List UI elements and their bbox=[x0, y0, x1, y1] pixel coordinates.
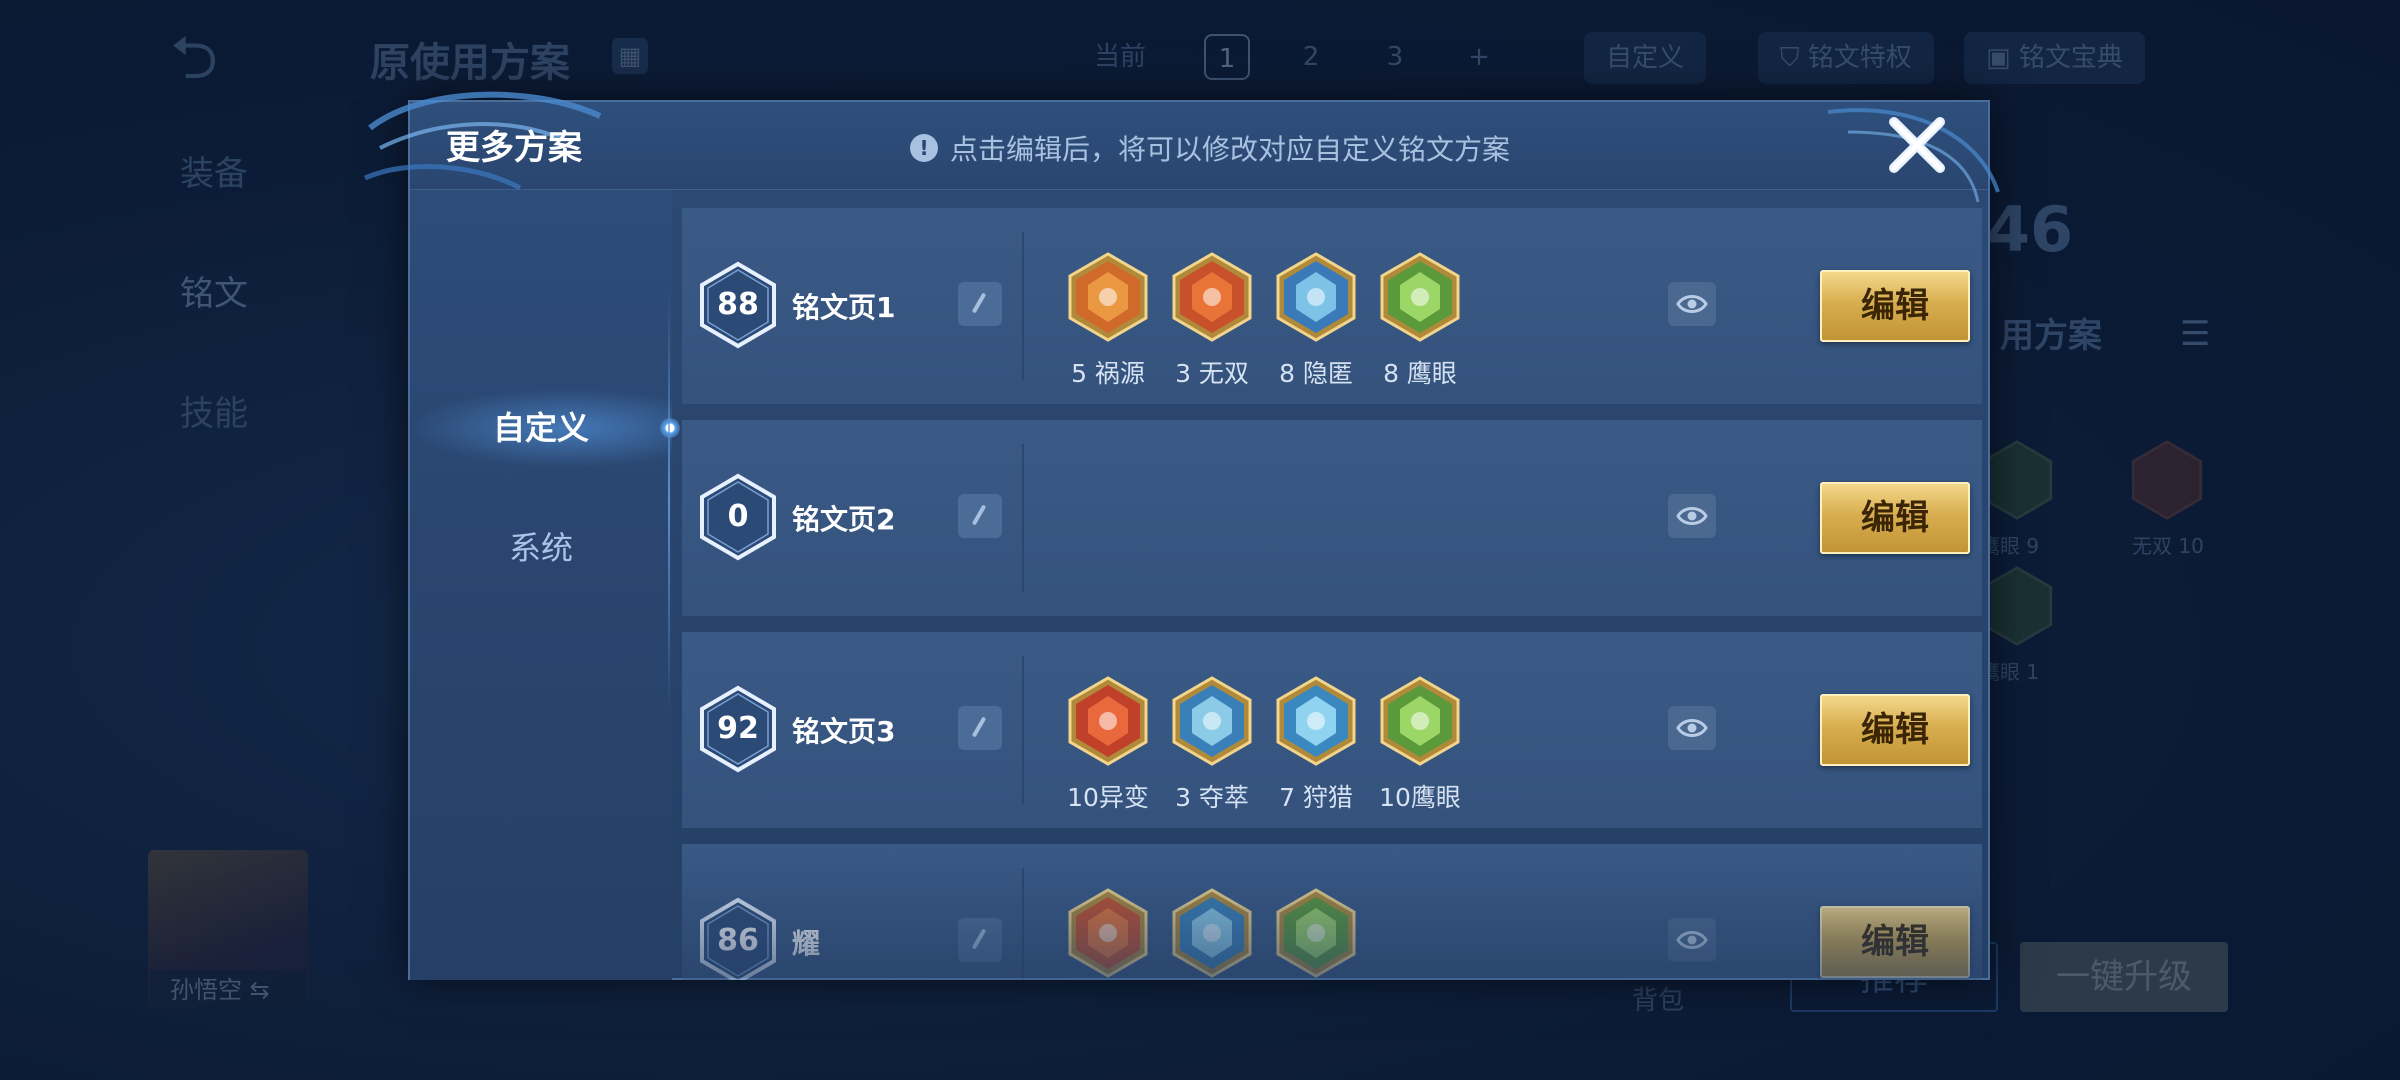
rune-icon[interactable] bbox=[1380, 252, 1460, 342]
scheme-tabs: 自定义 系统 bbox=[410, 190, 680, 980]
tabs-divider bbox=[668, 290, 670, 710]
rune-icon[interactable] bbox=[1172, 676, 1252, 766]
edit-button[interactable]: 编辑 bbox=[1820, 694, 1970, 766]
tab-system[interactable]: 系统 bbox=[410, 508, 672, 588]
rename-pencil-icon[interactable] bbox=[958, 494, 1002, 538]
preview-eye-icon[interactable] bbox=[1668, 706, 1716, 750]
rune-label: 3 无双 bbox=[1175, 359, 1249, 388]
modal-hint-text: 点击编辑后，将可以修改对应自定义铭文方案 bbox=[950, 133, 1511, 166]
rune-label: 10鹰眼 bbox=[1379, 783, 1461, 812]
rune-icon[interactable] bbox=[1068, 252, 1148, 342]
tab-custom-label: 自定义 bbox=[492, 409, 589, 447]
preview-eye-icon[interactable] bbox=[1668, 494, 1716, 538]
modal-header: 更多方案 ! 点击编辑后，将可以修改对应自定义铭文方案 bbox=[363, 91, 2000, 202]
scheme-list[interactable]: 88 铭文页1 5 祸源 3 无双 8 隐匿 8 鹰眼 编辑 0 铭文页2 编辑 92 铭文页3 10异… bbox=[682, 208, 1982, 980]
rune-label: 10异变 bbox=[1067, 783, 1149, 812]
modal-hint: ! 点击编辑后，将可以修改对应自定义铭文方案 bbox=[910, 128, 1510, 168]
preview-eye-icon[interactable] bbox=[1668, 918, 1716, 962]
rune-page-name: 耀 bbox=[792, 927, 821, 960]
level-number: 0 bbox=[727, 499, 749, 534]
scheme-row[interactable]: 0 铭文页2 编辑 bbox=[682, 420, 1982, 616]
info-icon: ! bbox=[910, 134, 938, 162]
row-divider bbox=[1022, 232, 1024, 380]
level-badge: 92 bbox=[698, 684, 778, 774]
close-icon[interactable] bbox=[1882, 110, 1952, 180]
rune-icon[interactable] bbox=[1380, 676, 1460, 766]
rune-label: 5 祸源 bbox=[1071, 359, 1145, 388]
rune-label: 8 隐匿 bbox=[1279, 359, 1353, 388]
rune-label: 7 狩猎 bbox=[1279, 783, 1353, 812]
rune-page-name: 铭文页1 bbox=[792, 291, 896, 324]
rune-icon[interactable] bbox=[1068, 888, 1148, 978]
level-number: 86 bbox=[717, 923, 759, 958]
rune-icon[interactable] bbox=[1276, 252, 1356, 342]
rename-pencil-icon[interactable] bbox=[958, 706, 1002, 750]
edit-button[interactable]: 编辑 bbox=[1820, 906, 1970, 978]
rune-page-name: 铭文页2 bbox=[792, 503, 896, 536]
rune-page-name: 铭文页3 bbox=[792, 715, 896, 748]
rune-label: 3 夺萃 bbox=[1175, 783, 1249, 812]
scheme-row[interactable]: 92 铭文页3 10异变 3 夺萃 7 狩猎 10鹰眼 编辑 bbox=[682, 632, 1982, 828]
rune-label: 8 鹰眼 bbox=[1383, 359, 1457, 388]
rune-icon[interactable] bbox=[1276, 676, 1356, 766]
tab-system-label: 系统 bbox=[508, 529, 573, 567]
rename-pencil-icon[interactable] bbox=[958, 918, 1002, 962]
level-number: 92 bbox=[717, 711, 759, 746]
rune-icon[interactable] bbox=[1068, 676, 1148, 766]
rune-icon[interactable] bbox=[1276, 888, 1356, 978]
edit-button[interactable]: 编辑 bbox=[1820, 482, 1970, 554]
edit-button[interactable]: 编辑 bbox=[1820, 270, 1970, 342]
row-divider bbox=[1022, 868, 1024, 980]
level-badge: 86 bbox=[698, 896, 778, 980]
level-number: 88 bbox=[717, 287, 759, 322]
preview-eye-icon[interactable] bbox=[1668, 282, 1716, 326]
rename-pencil-icon[interactable] bbox=[958, 282, 1002, 326]
scheme-row[interactable]: 88 铭文页1 5 祸源 3 无双 8 隐匿 8 鹰眼 编辑 bbox=[682, 208, 1982, 404]
active-tab-indicator bbox=[660, 418, 680, 438]
row-divider bbox=[1022, 656, 1024, 804]
level-badge: 0 bbox=[698, 472, 778, 562]
row-divider bbox=[1022, 444, 1024, 592]
tab-custom[interactable]: 自定义 bbox=[410, 388, 680, 468]
scheme-row[interactable]: 86 耀 编辑 bbox=[682, 844, 1982, 980]
rune-icon[interactable] bbox=[1172, 252, 1252, 342]
level-badge: 88 bbox=[698, 260, 778, 350]
more-schemes-modal: 更多方案 ! 点击编辑后，将可以修改对应自定义铭文方案 自定义 系统 88 铭文页… bbox=[363, 91, 2000, 980]
rune-icon[interactable] bbox=[1172, 888, 1252, 978]
modal-title: 更多方案 bbox=[446, 128, 582, 168]
